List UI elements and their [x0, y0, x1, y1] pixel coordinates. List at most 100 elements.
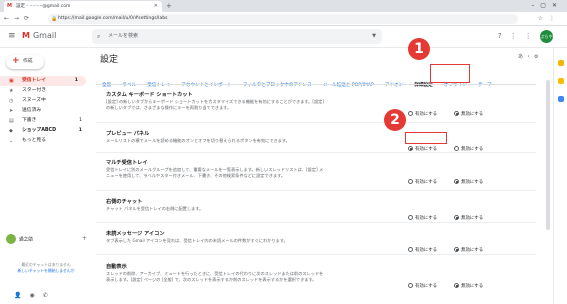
setting-description: の新しいタブでは、さまざまな操作にキーを再割り当てできます。: [106, 105, 232, 110]
scrollbar[interactable]: [546, 80, 550, 230]
lock-icon: 🔒: [51, 16, 58, 22]
chat-user[interactable]: 通之助 +: [6, 234, 87, 246]
search-input[interactable]: ⌕ メールを検索 ▼: [92, 29, 382, 44]
sidebar-item-snoozed[interactable]: ◷ スヌーズ中: [0, 96, 90, 106]
side-panel: [553, 48, 567, 304]
sidebar-item-drafts[interactable]: ▤ 下書き 1: [0, 116, 90, 126]
avatar[interactable]: ぷらや: [540, 30, 553, 43]
chevron-down-icon: ⌄: [9, 138, 14, 144]
setting-unread-icon: 未読メッセージ アイコン タブ表示した Gmail アイコンを見れば、受信トレイ…: [106, 231, 526, 253]
new-tab-icon[interactable]: +: [166, 0, 172, 12]
sidebar-item-shop[interactable]: ◆ ショップABCD 1: [0, 126, 90, 136]
menu-icon[interactable]: ≡: [8, 32, 16, 41]
disable-radio[interactable]: 無効にする: [454, 179, 483, 185]
radio-circle: [408, 215, 413, 220]
radio-label: 有効にする: [415, 216, 437, 221]
setting-heading: 自動表示: [106, 264, 127, 270]
setting-radios: 有効にする 無効にする: [408, 204, 495, 223]
sidebar-item-count: 1: [78, 128, 82, 133]
radio-label: 無効にする: [461, 248, 484, 253]
divider: [96, 152, 536, 153]
disable-radio[interactable]: 無効にする: [454, 111, 483, 117]
header-icons[interactable]: ?⋮⋮: [498, 32, 540, 41]
radio-circle: [408, 283, 413, 288]
sidebar-item-label: 受信トレイ: [22, 78, 46, 83]
enable-preview-highlight: [405, 132, 447, 144]
radio-label: 無効にする: [461, 180, 484, 185]
search-placeholder: メールを検索: [108, 33, 139, 39]
setting-radios: 有効にする 無効にする: [408, 272, 495, 291]
callout-2-badge: 2: [384, 109, 406, 131]
gmail-favicon-icon: M: [7, 3, 12, 9]
browser-menu-icons[interactable]: ☆⋮: [538, 12, 561, 26]
enable-radio[interactable]: 有効にする: [408, 283, 437, 289]
setting-description: メールリストの横でメールを読める機能のオンとオフを切り替えられるボタンを有効にで…: [106, 138, 290, 143]
setting-description: 表示します。[設定] ページの [全般] で、次のスレッドを表示するか前のスレッ…: [106, 277, 317, 282]
search-options-icon[interactable]: ▼: [372, 29, 376, 44]
radio-label: 有効にする: [415, 112, 437, 117]
sidebar-bottom-icons[interactable]: 👤◉✆: [14, 292, 56, 299]
calendar-icon[interactable]: [558, 60, 564, 66]
sidebar-item-label: スヌーズ中: [22, 98, 46, 103]
setting-radios: 有効にする 無効にする: [408, 100, 495, 119]
enable-radio[interactable]: 有効にする: [408, 215, 437, 221]
keep-icon[interactable]: [558, 78, 564, 84]
draft-icon: ▤: [9, 118, 14, 124]
browser-tab[interactable]: M 設定 - ·········@gmail.com ✕: [4, 1, 162, 12]
sidebar-item-count: 1: [74, 78, 78, 83]
compose-label: 作成: [23, 59, 33, 64]
settings-header-tools[interactable]: あ・⚙: [518, 53, 541, 60]
enable-radio[interactable]: 有効にする: [408, 247, 437, 253]
radio-circle: [408, 111, 413, 116]
add-chat-icon[interactable]: +: [82, 234, 87, 244]
star-icon: ★: [9, 88, 14, 94]
setting-multiple-inboxes: マルチ受信トレイ 受信トレイに別のメールグループを追加して、重要なメールを一覧表…: [106, 160, 526, 185]
close-tab-icon[interactable]: ✕: [154, 1, 158, 12]
page-title: 設定: [100, 55, 119, 65]
setting-description: ニューを使用して、ラベルやスター付きメール、下書き、その他検索条件などに設定でき…: [106, 173, 286, 178]
radio-circle: [454, 179, 460, 184]
enable-radio[interactable]: 有効にする: [408, 179, 437, 185]
setting-preview-pane: プレビュー パネル メールリストの横でメールを読める機能のオンとオフを切り替えら…: [106, 131, 526, 152]
inbox-icon: ▣: [9, 78, 14, 84]
tasks-icon[interactable]: [558, 96, 564, 102]
search-icon[interactable]: ⌕: [97, 29, 100, 44]
chat-user-name: 通之助: [19, 237, 33, 243]
radio-label: 有効にする: [415, 248, 437, 253]
radio-label: 無効にする: [461, 216, 484, 221]
setting-radios: 有効にする 無効にする: [408, 168, 495, 187]
radio-circle: [454, 146, 460, 151]
url-text: https://mail.google.com/mail/u/0/#settin…: [58, 16, 168, 21]
browser-window: M 設定 - ·········@gmail.com ✕ + –▢✕ ←→⟳ 🔒…: [0, 0, 567, 304]
radio-circle: [454, 283, 460, 288]
gmail-logo-text: Gmail: [32, 31, 57, 40]
radio-label: 有効にする: [415, 180, 437, 185]
compose-button[interactable]: + 作成: [6, 55, 44, 69]
window-controls[interactable]: –▢✕: [531, 0, 563, 12]
nav-buttons[interactable]: ←→⟳: [4, 12, 34, 26]
tabs-divider: [96, 84, 536, 85]
radio-label: 有効にする: [415, 284, 437, 289]
setting-description: タブ表示した Gmail アイコンを見れば、受信トレイ内の未読メールの件数がすぐ…: [106, 238, 288, 243]
gmail-logo[interactable]: M Gmail: [22, 31, 56, 41]
setting-description: チャット パネルを受信トレイの右側に配置します。: [106, 206, 204, 211]
disable-radio[interactable]: 無効にする: [454, 215, 483, 221]
url-field[interactable]: 🔒 https://mail.google.com/mail/u/0/#sett…: [48, 14, 518, 24]
sidebar-item-inbox[interactable]: ▣ 受信トレイ 1: [0, 76, 86, 86]
gmail-header: ≡ M Gmail ⌕ メールを検索 ▼ ?⋮⋮ ぷらや: [0, 26, 567, 48]
enable-radio[interactable]: 有効にする: [408, 111, 437, 117]
chat-empty: 最近のチャットはありません 新しいチャットを開始しませんか: [4, 262, 88, 273]
setting-custom-shortcuts: カスタム キーボード ショートカット [設定] の新しいタブからキーボード ショ…: [106, 92, 526, 117]
disable-radio[interactable]: 無効にする: [454, 247, 483, 253]
radio-label: 無効にする: [461, 284, 484, 289]
sidebar-item-label: 下書き: [22, 118, 37, 123]
sidebar-item-sent[interactable]: ➤ 送信済み: [0, 106, 90, 116]
chat-start-link[interactable]: 新しいチャットを開始しませんか: [4, 268, 88, 274]
sidebar-item-more[interactable]: ⌄ もっと見る: [0, 136, 90, 146]
gmail-m-icon: M: [22, 31, 30, 40]
divider: [96, 122, 536, 123]
sidebar-item-starred[interactable]: ★ スター付き: [0, 86, 90, 96]
setting-right-side-chat: 右側のチャット チャット パネルを受信トレイの右側に配置します。 有効にする 無…: [106, 199, 526, 221]
disable-radio[interactable]: 無効にする: [454, 283, 483, 289]
radio-label: 無効にする: [461, 112, 484, 117]
